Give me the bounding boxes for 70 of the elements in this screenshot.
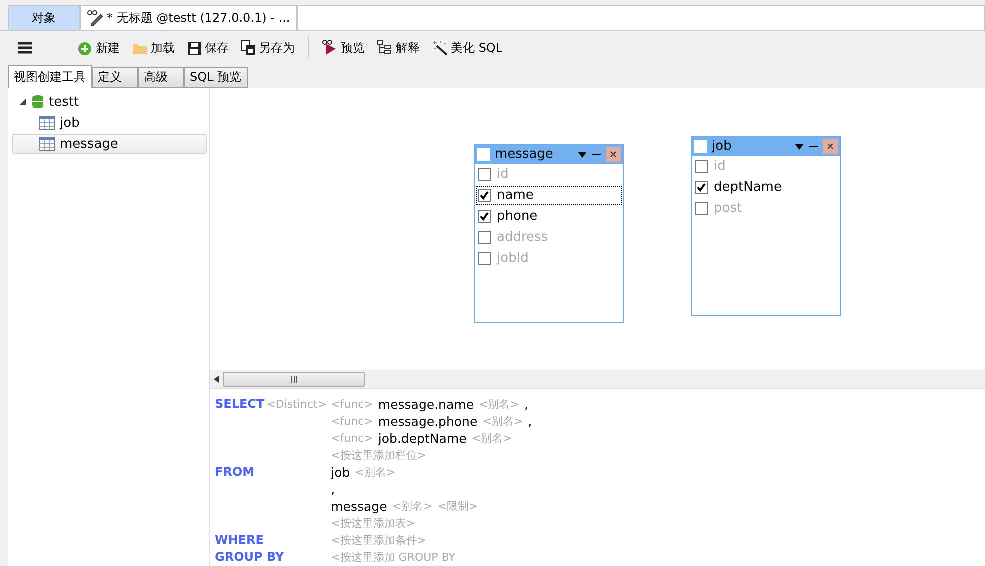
- sql-text: ,: [524, 396, 528, 413]
- minimize-icon[interactable]: [592, 153, 601, 156]
- toolbar-button[interactable]: 美化 SQL: [429, 38, 506, 58]
- sql-text: message: [331, 498, 388, 515]
- toolbar-button[interactable]: 预览: [319, 38, 368, 58]
- tree-item[interactable]: job: [12, 113, 207, 133]
- table-window[interactable]: message id name phone address jobId: [474, 144, 624, 323]
- tab[interactable]: 高级: [138, 67, 184, 88]
- checkbox[interactable]: [694, 140, 707, 153]
- checkbox[interactable]: [478, 189, 491, 202]
- sql-keyword: GROUP BY: [215, 549, 284, 566]
- grip-icon: [290, 376, 298, 383]
- document-tab[interactable]: 对象: [8, 5, 80, 30]
- tab[interactable]: 视图创建工具: [8, 65, 92, 88]
- checkbox[interactable]: [478, 252, 491, 265]
- check-icon: [697, 183, 706, 192]
- sql-text: message.name: [378, 396, 474, 413]
- sql-text: ,: [528, 413, 532, 430]
- expand-arrow-icon[interactable]: [19, 98, 27, 106]
- toolbar-button[interactable]: 保存: [184, 38, 232, 58]
- sql-text: job: [331, 464, 350, 481]
- checkbox[interactable]: [478, 168, 491, 181]
- table-icon: [39, 137, 55, 151]
- play-icon: [322, 40, 338, 56]
- document-tab[interactable]: * 无标题 @testt (127.0.0.1) - ...: [80, 5, 298, 30]
- table-title: job: [712, 139, 733, 154]
- table-title: message: [495, 147, 554, 162]
- table-window[interactable]: job id deptName post: [691, 136, 841, 316]
- tree-item[interactable]: message: [12, 134, 207, 154]
- sql-keyword: WHERE: [215, 532, 264, 549]
- table-icon: [39, 116, 55, 130]
- scroll-left-icon[interactable]: [214, 376, 219, 383]
- toolbar-button[interactable]: 加载: [129, 38, 178, 58]
- field-row[interactable]: deptName: [693, 178, 839, 197]
- sql-keyword: FROM: [215, 464, 255, 481]
- checkbox[interactable]: [478, 210, 491, 223]
- checkbox[interactable]: [695, 181, 708, 194]
- toolbar-button[interactable]: 另存为: [238, 38, 298, 58]
- toolbar-button[interactable]: 解释: [374, 38, 423, 58]
- add-icon: [77, 40, 93, 56]
- menu-icon[interactable]: [18, 42, 32, 54]
- save-icon: [187, 40, 202, 56]
- minimize-icon[interactable]: [809, 145, 818, 148]
- database-icon: [32, 95, 44, 109]
- check-icon: [480, 212, 489, 221]
- field-row[interactable]: name: [476, 186, 622, 205]
- tab[interactable]: SQL 预览: [184, 67, 248, 88]
- dropdown-icon[interactable]: [795, 144, 804, 150]
- copy-icon: [241, 40, 256, 56]
- sql-keyword: SELECT: [215, 396, 265, 413]
- field-row[interactable]: phone: [476, 207, 622, 226]
- checkbox[interactable]: [695, 160, 708, 173]
- pencil-icon: [87, 10, 103, 26]
- close-icon[interactable]: [606, 147, 621, 162]
- tree-item[interactable]: testt: [12, 92, 207, 112]
- dropdown-icon[interactable]: [578, 152, 587, 158]
- sql-text: ,: [331, 481, 336, 498]
- check-icon: [480, 191, 489, 200]
- magic-wand-icon: [432, 40, 448, 56]
- scrollbar-thumb[interactable]: [223, 372, 365, 387]
- checkbox[interactable]: [477, 148, 490, 161]
- sql-text: job.deptName: [378, 430, 467, 447]
- diagram-icon: [377, 40, 393, 56]
- checkbox[interactable]: [478, 231, 491, 244]
- sql-text: message.phone: [378, 413, 478, 430]
- close-icon[interactable]: [823, 139, 838, 154]
- checkbox[interactable]: [695, 202, 708, 215]
- folder-icon: [132, 41, 148, 55]
- toolbar-button[interactable]: 新建: [74, 38, 123, 58]
- tab[interactable]: 定义: [92, 67, 138, 88]
